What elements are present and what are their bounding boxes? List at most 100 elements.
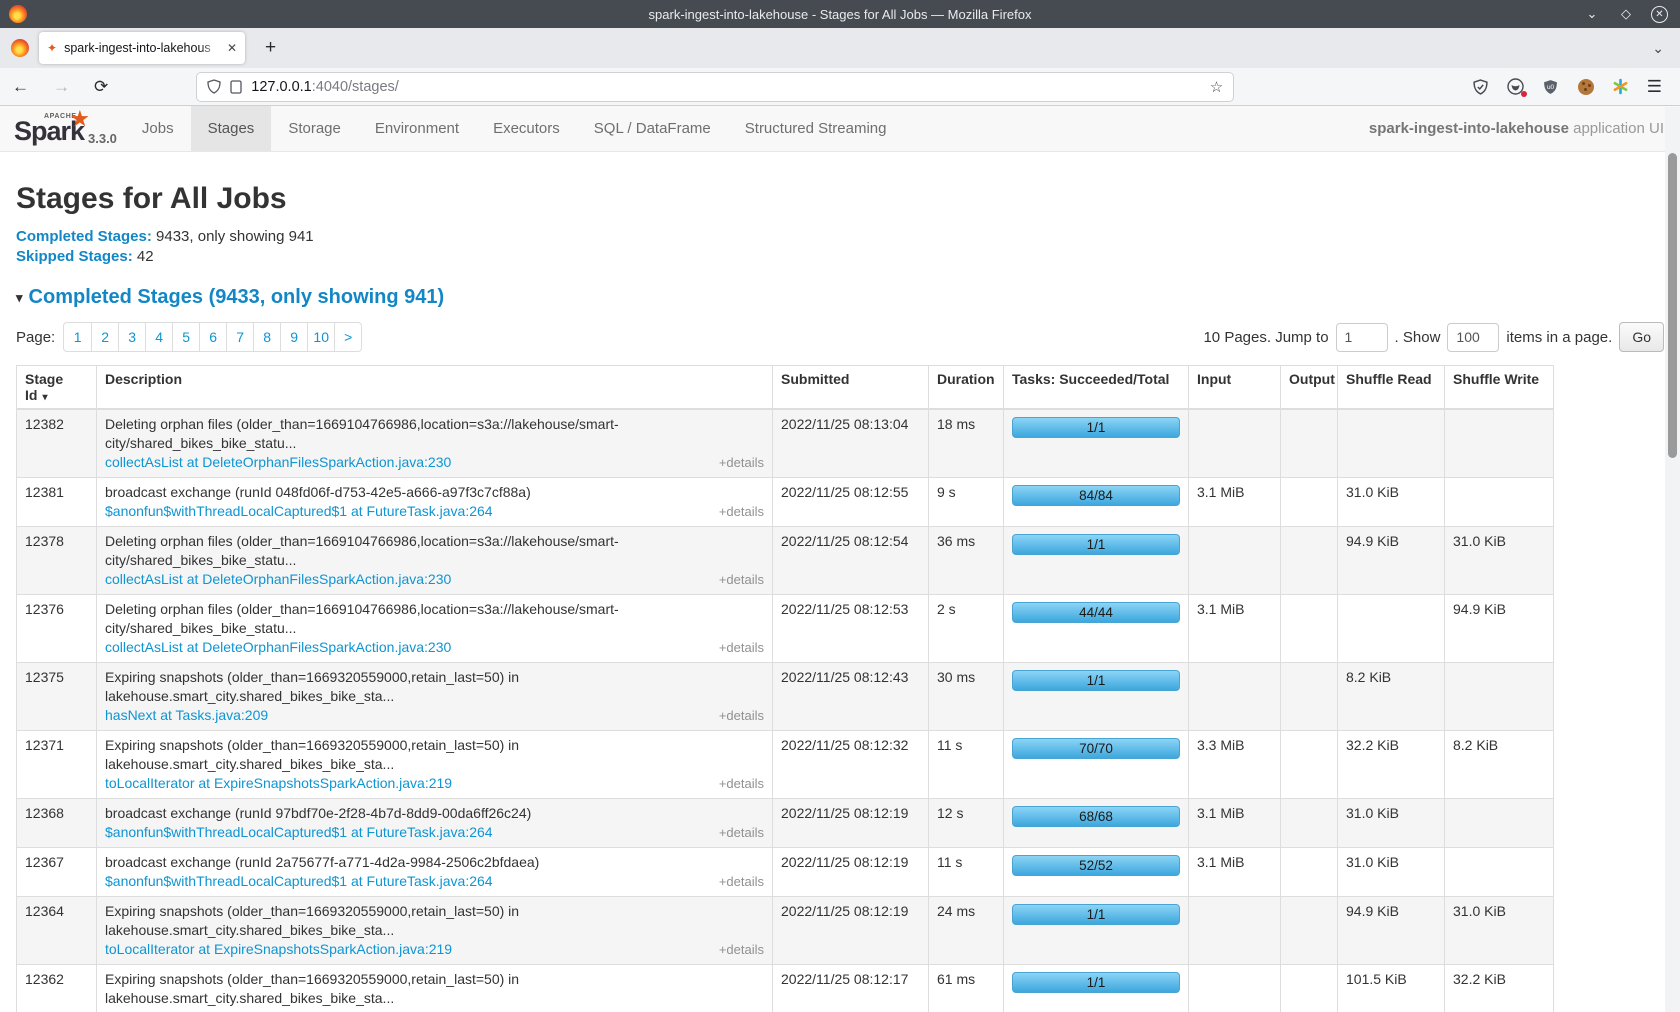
go-button[interactable]: Go xyxy=(1619,322,1664,352)
column-header-output[interactable]: Output xyxy=(1281,366,1338,410)
url-text[interactable]: 127.0.0.1:4040/stages/ xyxy=(251,79,1210,95)
details-toggle[interactable]: +details xyxy=(719,940,764,959)
stage-description: Expiring snapshots (older_than=166932055… xyxy=(105,736,764,774)
extension-shield-icon[interactable] xyxy=(1472,78,1490,96)
jump-to-page-input[interactable] xyxy=(1336,323,1388,352)
skipped-stages-label[interactable]: Skipped Stages: xyxy=(16,248,133,265)
items-per-page-label: items in a page. xyxy=(1506,329,1612,346)
input-cell xyxy=(1189,663,1281,731)
tasks-progress-bar: 1/1 xyxy=(1012,417,1180,438)
stage-description: Deleting orphan files (older_than=166910… xyxy=(105,415,764,453)
url-bar[interactable]: 127.0.0.1:4040/stages/ ☆ xyxy=(196,72,1234,102)
tasks-progress-bar: 44/44 xyxy=(1012,602,1180,623)
page-button-5[interactable]: 5 xyxy=(172,323,199,351)
details-toggle[interactable]: +details xyxy=(719,774,764,793)
page-button-10[interactable]: 10 xyxy=(307,323,334,351)
stage-detail-link[interactable]: $anonfun$withThreadLocalCaptured$1 at Fu… xyxy=(105,502,493,521)
submitted-cell: 2022/11/25 08:12:53 xyxy=(773,595,929,663)
nav-item-storage[interactable]: Storage xyxy=(271,106,358,151)
page-button-1[interactable]: 1 xyxy=(64,323,91,351)
details-toggle[interactable]: +details xyxy=(719,1008,764,1012)
stage-detail-link[interactable]: toLocalIterator at ExpireSnapshotsSparkA… xyxy=(105,1008,452,1012)
column-header-shuffle-write[interactable]: Shuffle Write xyxy=(1445,366,1554,410)
nav-item-executors[interactable]: Executors xyxy=(476,106,577,151)
page-button-8[interactable]: 8 xyxy=(253,323,280,351)
column-header-tasks-succeeded-total[interactable]: Tasks: Succeeded/Total xyxy=(1004,366,1189,410)
stage-detail-link[interactable]: collectAsList at DeleteOrphanFilesSparkA… xyxy=(105,638,451,657)
browser-tab[interactable]: ✦ spark-ingest-into-lakehous ✕ xyxy=(39,32,245,64)
menu-icon[interactable]: ☰ xyxy=(1647,77,1662,97)
submitted-cell: 2022/11/25 08:12:17 xyxy=(773,965,929,1012)
page-button-3[interactable]: 3 xyxy=(118,323,145,351)
close-button[interactable]: ✕ xyxy=(1651,6,1668,23)
nav-item-stages[interactable]: Stages xyxy=(191,106,272,151)
page-button-6[interactable]: 6 xyxy=(199,323,226,351)
column-header-duration[interactable]: Duration xyxy=(929,366,1004,410)
column-header-input[interactable]: Input xyxy=(1189,366,1281,410)
firefox-view-icon[interactable] xyxy=(11,39,29,57)
tab-bar: ✦ spark-ingest-into-lakehous ✕ + ⌄ xyxy=(0,28,1680,68)
minimize-button[interactable]: ⌄ xyxy=(1583,5,1601,23)
back-button[interactable]: ← xyxy=(0,77,41,97)
page-scrollbar[interactable] xyxy=(1665,107,1680,1012)
nav-item-environment[interactable]: Environment xyxy=(358,106,476,151)
extension-cookie-icon[interactable] xyxy=(1577,78,1595,96)
nav-item-jobs[interactable]: Jobs xyxy=(125,106,191,151)
column-header-submitted[interactable]: Submitted xyxy=(773,366,929,410)
list-tabs-icon[interactable]: ⌄ xyxy=(1652,40,1664,57)
submitted-cell: 2022/11/25 08:12:19 xyxy=(773,848,929,897)
completed-stages-section-header[interactable]: ▾ Completed Stages (9433, only showing 9… xyxy=(16,286,1664,309)
site-info-icon[interactable] xyxy=(230,80,242,94)
extension-asterisk-icon[interactable] xyxy=(1612,78,1630,96)
nav-item-sql-dataframe[interactable]: SQL / DataFrame xyxy=(577,106,728,151)
input-cell xyxy=(1189,897,1281,965)
nav-item-structured-streaming[interactable]: Structured Streaming xyxy=(728,106,904,151)
description-cell: Deleting orphan files (older_than=166910… xyxy=(97,409,773,478)
spark-logo[interactable]: APACHE Spark ★ xyxy=(0,106,86,151)
tasks-progress-bar: 1/1 xyxy=(1012,670,1180,691)
page-button-7[interactable]: 7 xyxy=(226,323,253,351)
bookmark-star-icon[interactable]: ☆ xyxy=(1210,78,1223,96)
page-button-4[interactable]: 4 xyxy=(145,323,172,351)
column-header-stage-id[interactable]: Stage Id▾ xyxy=(17,366,97,410)
details-toggle[interactable]: +details xyxy=(719,823,764,842)
tab-close-icon[interactable]: ✕ xyxy=(227,41,237,55)
stage-detail-link[interactable]: toLocalIterator at ExpireSnapshotsSparkA… xyxy=(105,774,452,793)
reload-button[interactable]: ⟳ xyxy=(82,77,120,97)
details-toggle[interactable]: +details xyxy=(719,706,764,725)
collapse-arrow-icon: ▾ xyxy=(16,290,23,306)
description-cell: Expiring snapshots (older_than=166932055… xyxy=(97,897,773,965)
input-cell xyxy=(1189,409,1281,478)
column-header-description[interactable]: Description xyxy=(97,366,773,410)
completed-stages-label[interactable]: Completed Stages: xyxy=(16,228,152,245)
scrollbar-thumb[interactable] xyxy=(1668,153,1677,458)
details-toggle[interactable]: +details xyxy=(719,638,764,657)
tracking-shield-icon[interactable] xyxy=(207,79,221,94)
extension-ublock-icon[interactable]: u0 xyxy=(1542,78,1560,96)
details-toggle[interactable]: +details xyxy=(719,453,764,472)
page-button-2[interactable]: 2 xyxy=(91,323,118,351)
details-toggle[interactable]: +details xyxy=(719,570,764,589)
stage-detail-link[interactable]: collectAsList at DeleteOrphanFilesSparkA… xyxy=(105,453,451,472)
extension-mask-icon[interactable] xyxy=(1507,78,1525,96)
tasks-cell: 52/52 xyxy=(1004,848,1189,897)
stage-detail-link[interactable]: $anonfun$withThreadLocalCaptured$1 at Fu… xyxy=(105,872,493,891)
details-toggle[interactable]: +details xyxy=(719,502,764,521)
stage-detail-link[interactable]: hasNext at Tasks.java:209 xyxy=(105,706,268,725)
page-button->[interactable]: > xyxy=(334,323,361,351)
table-header-row: Stage Id▾DescriptionSubmittedDurationTas… xyxy=(17,366,1554,410)
details-toggle[interactable]: +details xyxy=(719,872,764,891)
show-label: . Show xyxy=(1395,329,1441,346)
shuffle-write-cell: 94.9 KiB xyxy=(1445,595,1554,663)
duration-cell: 11 s xyxy=(929,848,1004,897)
stage-detail-link[interactable]: $anonfun$withThreadLocalCaptured$1 at Fu… xyxy=(105,823,493,842)
column-header-shuffle-read[interactable]: Shuffle Read xyxy=(1338,366,1445,410)
stage-detail-link[interactable]: collectAsList at DeleteOrphanFilesSparkA… xyxy=(105,570,451,589)
maximize-button[interactable]: ◇ xyxy=(1617,5,1635,23)
page-button-9[interactable]: 9 xyxy=(280,323,307,351)
stage-detail-link[interactable]: toLocalIterator at ExpireSnapshotsSparkA… xyxy=(105,940,452,959)
forward-button: → xyxy=(41,77,82,97)
new-tab-button[interactable]: + xyxy=(259,37,282,59)
items-per-page-input[interactable] xyxy=(1447,323,1499,352)
application-ui-label: spark-ingest-into-lakehouse application … xyxy=(1369,106,1680,151)
